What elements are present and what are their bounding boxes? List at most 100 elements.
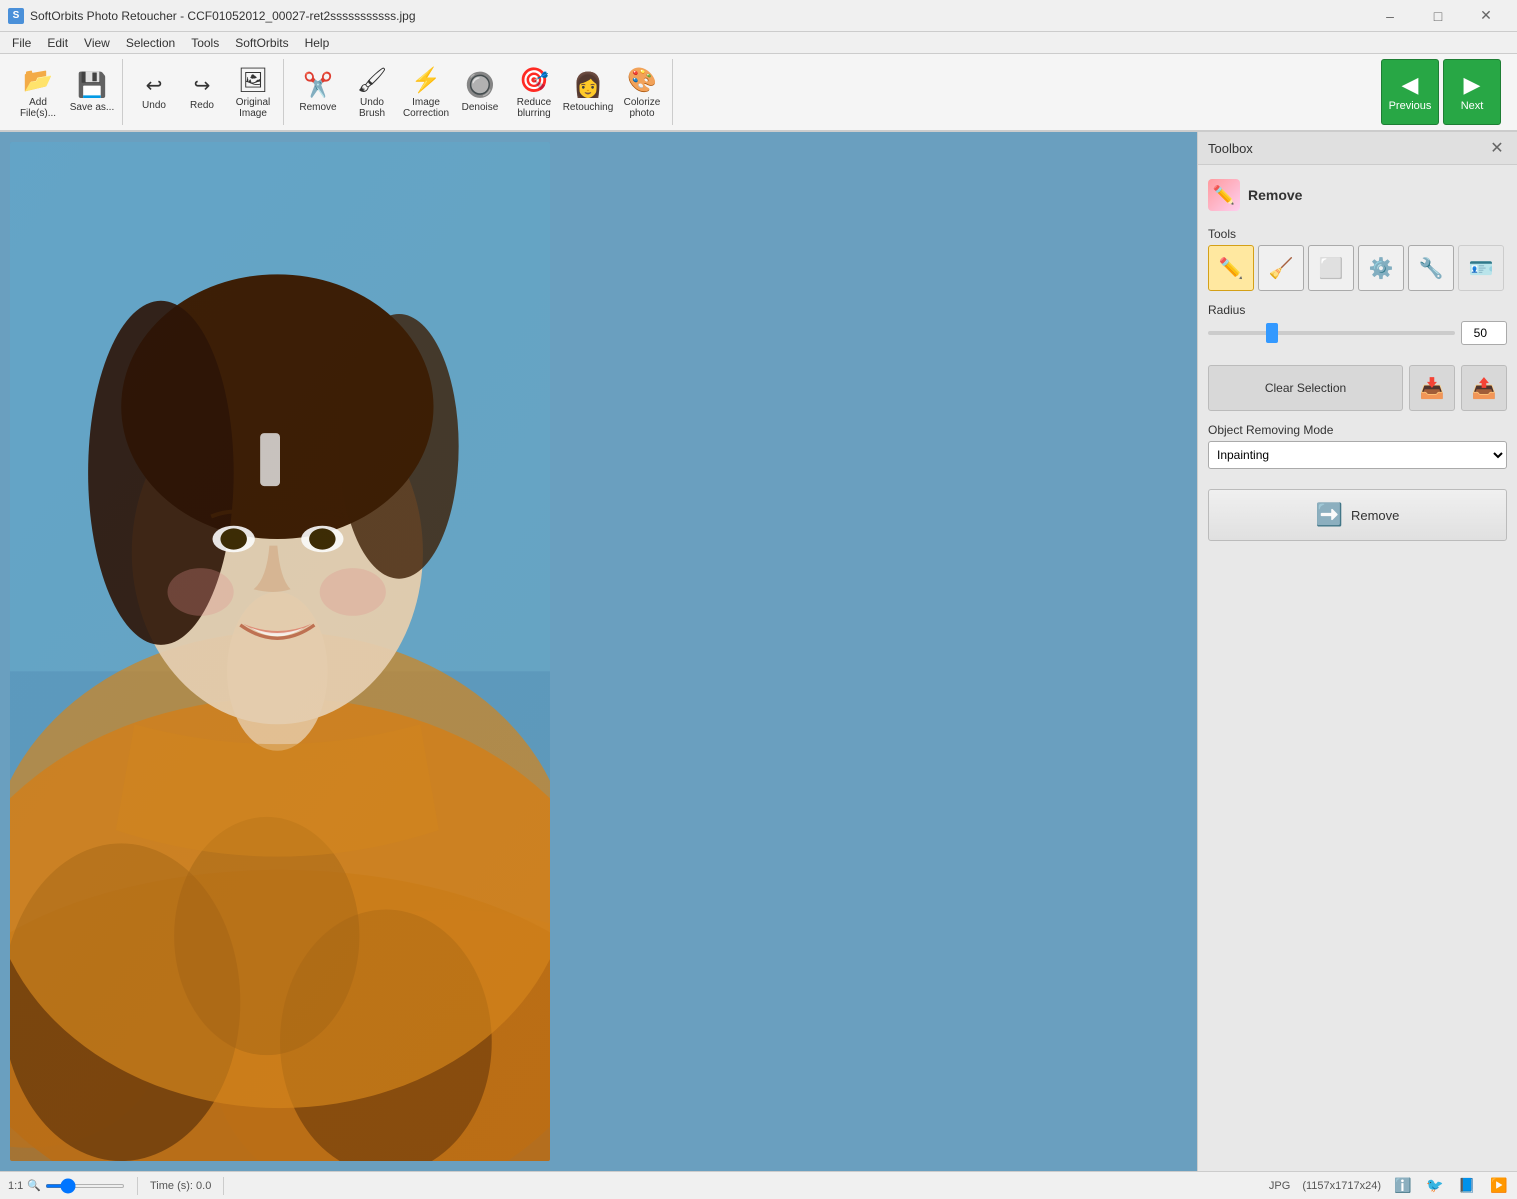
reduce-blurring-label: Reduce blurring [511,97,557,119]
object-removing-mode-section: Object Removing Mode Inpainting Content-… [1208,423,1507,469]
info-button[interactable]: ℹ️ [1393,1176,1413,1196]
previous-button[interactable]: ◀ Previous [1381,59,1439,125]
radius-row [1208,321,1507,345]
close-button[interactable]: ✕ [1463,0,1509,32]
colorize-label: Colorize photo [619,97,665,119]
menu-tools[interactable]: Tools [183,34,227,52]
next-button[interactable]: ▶ Next [1443,59,1501,125]
redo-icon: ↪ [194,73,211,98]
remove-action-button[interactable]: ➡️ Remove [1208,489,1507,541]
status-zoom: 1:1 🔍 [8,1179,125,1192]
toolbox-close-button[interactable]: ✕ [1487,138,1507,158]
original-image-button[interactable]: 🖼 Original Image [227,59,279,125]
pencil-tool-button[interactable]: ✏️ [1208,245,1254,291]
next-label: Next [1461,100,1484,112]
status-right: JPG (1157x1717x24) ℹ️ 🐦 📘 ▶️ [1269,1176,1509,1196]
wrench-tool-button[interactable]: 🔧 [1408,245,1454,291]
statusbar: 1:1 🔍 Time (s): 0.0 JPG (1157x1717x24) ℹ… [0,1171,1517,1199]
minimize-button[interactable]: – [1367,0,1413,32]
retouching-icon: 👩 [573,71,603,100]
window-title: SoftOrbits Photo Retoucher - CCF01052012… [30,9,1367,23]
toolbox-title: Toolbox [1208,141,1253,156]
export-selection-button[interactable]: 📥 [1409,365,1455,411]
navigation-buttons: ◀ Previous ▶ Next [1381,59,1509,125]
main-area: Toolbox ✕ ✏️ Remove Tools ✏️ 🧹 ⬜ ⚙️ 🔧 🪪 [0,132,1517,1171]
retouching-label: Retouching [563,102,614,113]
eraser-tool-button[interactable]: 🧹 [1258,245,1304,291]
undo-brush-icon: 🖌 [357,66,387,95]
radius-slider[interactable] [1208,331,1455,335]
menu-softorbits[interactable]: SoftOrbits [227,34,296,52]
menu-view[interactable]: View [76,34,118,52]
original-image-icon: 🖼 [238,66,268,95]
dimensions-label: (1157x1717x24) [1302,1180,1381,1192]
menu-file[interactable]: File [4,34,39,52]
reduce-blurring-button[interactable]: 🎯 Reduce blurring [508,59,560,125]
save-as-label: Save as... [70,102,114,113]
toolbar-file-group: 📂 Add File(s)... 💾 Save as... [8,59,123,125]
original-image-label: Original Image [230,97,276,119]
toolbar: 📂 Add File(s)... 💾 Save as... ↩ Undo ↪ R… [0,54,1517,132]
image-correction-label: Image Correction [403,97,449,119]
undo-brush-button[interactable]: 🖌 Undo Brush [346,59,398,125]
object-removing-mode-label: Object Removing Mode [1208,423,1507,437]
toolbar-edit-group: ↩ Undo ↪ Redo 🖼 Original Image [127,59,284,125]
window-controls: – □ ✕ [1367,0,1509,32]
undo-button[interactable]: ↩ Undo [131,59,177,125]
reduce-blurring-icon: 🎯 [519,66,549,95]
remove-section-icon: ✏️ [1208,179,1240,211]
status-separator-2 [223,1177,224,1195]
tools-section: Tools ✏️ 🧹 ⬜ ⚙️ 🔧 🪪 [1208,227,1507,291]
menu-help[interactable]: Help [297,34,338,52]
titlebar: S SoftOrbits Photo Retoucher - CCF010520… [0,0,1517,32]
denoise-button[interactable]: 🔘 Denoise [454,59,506,125]
denoise-icon: 🔘 [465,71,495,100]
redo-button[interactable]: ↪ Redo [179,59,225,125]
zoom-slider[interactable] [45,1184,125,1188]
action-row: Clear Selection 📥 📤 [1208,365,1507,411]
zoom-level: 1:1 [8,1180,23,1192]
undo-icon: ↩ [146,73,163,98]
social-twitter-button[interactable]: 🐦 [1425,1176,1445,1196]
rect-select-tool-button[interactable]: ⬜ [1308,245,1354,291]
radius-section: Radius [1208,303,1507,345]
colorize-photo-button[interactable]: 🎨 Colorize photo [616,59,668,125]
remove-arrow-icon: ➡️ [1316,502,1343,528]
remove-section-header: ✏️ Remove [1208,175,1507,215]
status-separator-1 [137,1177,138,1195]
add-files-button[interactable]: 📂 Add File(s)... [12,59,64,125]
remove-section-title: Remove [1248,187,1302,203]
social-youtube-button[interactable]: ▶️ [1489,1176,1509,1196]
zoom-icon: 🔍 [27,1179,41,1192]
add-files-icon: 📂 [23,66,53,95]
import-selection-button[interactable]: 📤 [1461,365,1507,411]
portrait-svg [10,142,550,1161]
canvas-area[interactable] [0,132,1197,1171]
menu-edit[interactable]: Edit [39,34,76,52]
toolbox-header: Toolbox ✕ [1198,132,1517,165]
next-icon: ▶ [1464,72,1481,98]
previous-icon: ◀ [1402,72,1419,98]
menu-selection[interactable]: Selection [118,34,183,52]
toolbox-panel: Toolbox ✕ ✏️ Remove Tools ✏️ 🧹 ⬜ ⚙️ 🔧 🪪 [1197,132,1517,1171]
maximize-button[interactable]: □ [1415,0,1461,32]
social-facebook-button[interactable]: 📘 [1457,1176,1477,1196]
retouching-button[interactable]: 👩 Retouching [562,59,614,125]
format-label: JPG [1269,1180,1290,1192]
radius-label: Radius [1208,303,1507,317]
remove-tool-icon: ✂️ [303,71,333,100]
image-correction-button[interactable]: ⚡ Image Correction [400,59,452,125]
time-label: Time (s): 0.0 [150,1180,211,1192]
radius-input[interactable] [1461,321,1507,345]
clear-selection-button[interactable]: Clear Selection [1208,365,1403,411]
magic-wand-tool-button[interactable]: ⚙️ [1358,245,1404,291]
remove-button[interactable]: ✂️ Remove [292,59,344,125]
tools-row: ✏️ 🧹 ⬜ ⚙️ 🔧 🪪 [1208,245,1507,291]
image-correction-icon: ⚡ [411,66,441,95]
toolbar-tools-group: ✂️ Remove 🖌 Undo Brush ⚡ Image Correctio… [288,59,673,125]
save-as-button[interactable]: 💾 Save as... [66,59,118,125]
tools-label: Tools [1208,227,1507,241]
add-files-label: Add File(s)... [15,97,61,119]
remove-action-label: Remove [1351,508,1399,523]
object-removing-mode-select[interactable]: Inpainting Content-Aware Solid Color [1208,441,1507,469]
